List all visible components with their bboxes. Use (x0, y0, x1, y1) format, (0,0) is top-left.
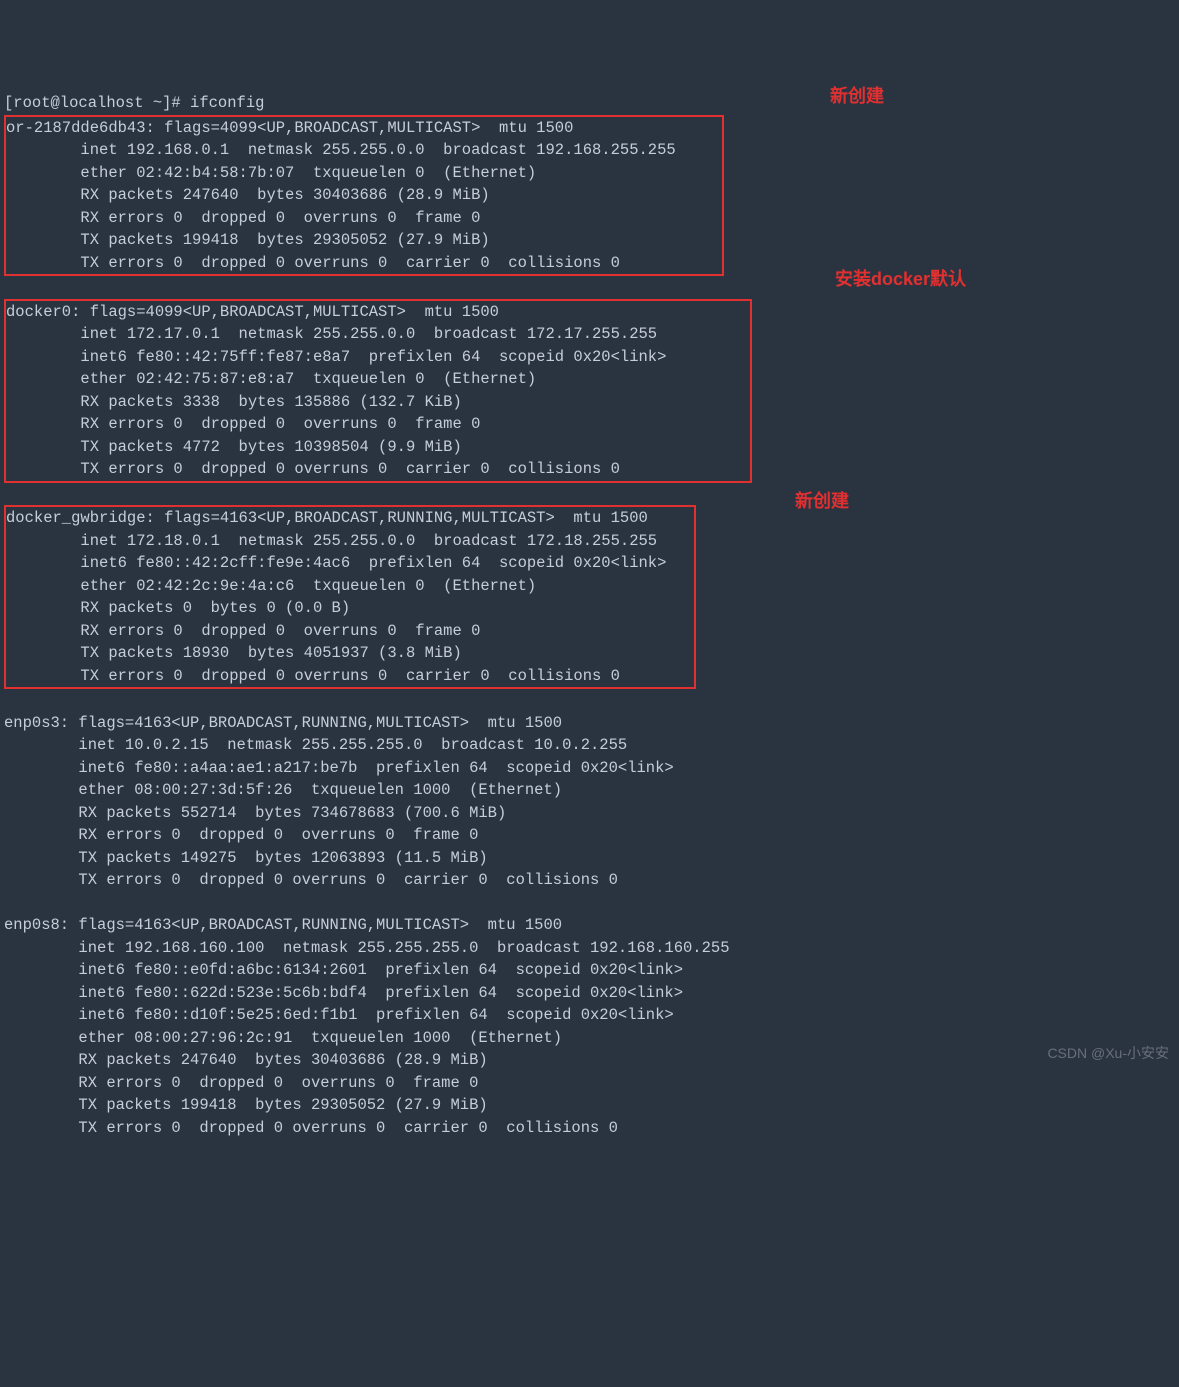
ifconfig-line: inet6 fe80::e0fd:a6bc:6134:2601 prefixle… (4, 961, 683, 979)
ifconfig-line: ether 08:00:27:96:2c:91 txqueuelen 1000 … (4, 1029, 562, 1047)
ifconfig-line: inet6 fe80::42:2cff:fe9e:4ac6 prefixlen … (6, 554, 666, 572)
ifconfig-line: inet 172.17.0.1 netmask 255.255.0.0 broa… (6, 325, 657, 343)
ifconfig-line: RX packets 247640 bytes 30403686 (28.9 M… (6, 186, 490, 204)
interface-box-3: docker_gwbridge: flags=4163<UP,BROADCAST… (4, 505, 696, 689)
ifconfig-line: inet 10.0.2.15 netmask 255.255.255.0 bro… (4, 736, 627, 754)
annotation-new-created-1: 新创建 (830, 85, 884, 108)
annotation-docker-default: 安装docker默认 (835, 268, 966, 291)
ifconfig-line: TX errors 0 dropped 0 overruns 0 carrier… (6, 460, 620, 478)
ifconfig-line: enp0s3: flags=4163<UP,BROADCAST,RUNNING,… (4, 714, 562, 732)
ifconfig-line: TX packets 199418 bytes 29305052 (27.9 M… (4, 1096, 488, 1114)
annotation-new-created-2: 新创建 (795, 490, 849, 513)
ifconfig-line: RX errors 0 dropped 0 overruns 0 frame 0 (6, 622, 480, 640)
ifconfig-line: inet 172.18.0.1 netmask 255.255.0.0 broa… (6, 532, 657, 550)
ifconfig-line: RX errors 0 dropped 0 overruns 0 frame 0 (6, 415, 480, 433)
ifconfig-line: TX errors 0 dropped 0 overruns 0 carrier… (6, 667, 620, 685)
ifconfig-line: docker0: flags=4099<UP,BROADCAST,MULTICA… (6, 303, 499, 321)
ifconfig-line: ether 02:42:75:87:e8:a7 txqueuelen 0 (Et… (6, 370, 536, 388)
ifconfig-line: inet6 fe80::d10f:5e25:6ed:f1b1 prefixlen… (4, 1006, 674, 1024)
terminal-output: [root@localhost ~]# ifconfig or-2187dde6… (4, 92, 1175, 1139)
ifconfig-line: ether 02:42:b4:58:7b:07 txqueuelen 0 (Et… (6, 164, 536, 182)
ifconfig-line: RX errors 0 dropped 0 overruns 0 frame 0 (4, 1074, 478, 1092)
prompt-line: [root@localhost ~]# ifconfig (4, 94, 264, 112)
interface-box-2: docker0: flags=4099<UP,BROADCAST,MULTICA… (4, 299, 752, 483)
ifconfig-line: TX errors 0 dropped 0 overruns 0 carrier… (6, 254, 620, 272)
csdn-watermark: CSDN @Xu-小安安 (1047, 1042, 1169, 1065)
ifconfig-line: RX errors 0 dropped 0 overruns 0 frame 0 (4, 826, 478, 844)
ifconfig-line: ether 02:42:2c:9e:4a:c6 txqueuelen 0 (Et… (6, 577, 536, 595)
ifconfig-line: or-2187dde6db43: flags=4099<UP,BROADCAST… (6, 119, 573, 137)
ifconfig-line: TX packets 199418 bytes 29305052 (27.9 M… (6, 231, 490, 249)
ifconfig-line: RX packets 247640 bytes 30403686 (28.9 M… (4, 1051, 488, 1069)
ifconfig-line: RX errors 0 dropped 0 overruns 0 frame 0 (6, 209, 480, 227)
ifconfig-line: TX packets 4772 bytes 10398504 (9.9 MiB) (6, 438, 462, 456)
ifconfig-line: inet 192.168.0.1 netmask 255.255.0.0 bro… (6, 141, 676, 159)
ifconfig-line: RX packets 0 bytes 0 (0.0 B) (6, 599, 350, 617)
ifconfig-line: TX errors 0 dropped 0 overruns 0 carrier… (4, 1119, 618, 1137)
ifconfig-line: docker_gwbridge: flags=4163<UP,BROADCAST… (6, 509, 648, 527)
ifconfig-line: inet 192.168.160.100 netmask 255.255.255… (4, 939, 730, 957)
ifconfig-line: RX packets 3338 bytes 135886 (132.7 KiB) (6, 393, 462, 411)
ifconfig-line: inet6 fe80::42:75ff:fe87:e8a7 prefixlen … (6, 348, 666, 366)
ifconfig-line: inet6 fe80::a4aa:ae1:a217:be7b prefixlen… (4, 759, 674, 777)
ifconfig-line: TX packets 149275 bytes 12063893 (11.5 M… (4, 849, 488, 867)
ifconfig-line: ether 08:00:27:3d:5f:26 txqueuelen 1000 … (4, 781, 562, 799)
ifconfig-line: TX packets 18930 bytes 4051937 (3.8 MiB) (6, 644, 462, 662)
ifconfig-line: RX packets 552714 bytes 734678683 (700.6… (4, 804, 506, 822)
ifconfig-line: TX errors 0 dropped 0 overruns 0 carrier… (4, 871, 618, 889)
interface-box-1: or-2187dde6db43: flags=4099<UP,BROADCAST… (4, 115, 724, 277)
ifconfig-line: enp0s8: flags=4163<UP,BROADCAST,RUNNING,… (4, 916, 562, 934)
ifconfig-line: inet6 fe80::622d:523e:5c6b:bdf4 prefixle… (4, 984, 683, 1002)
